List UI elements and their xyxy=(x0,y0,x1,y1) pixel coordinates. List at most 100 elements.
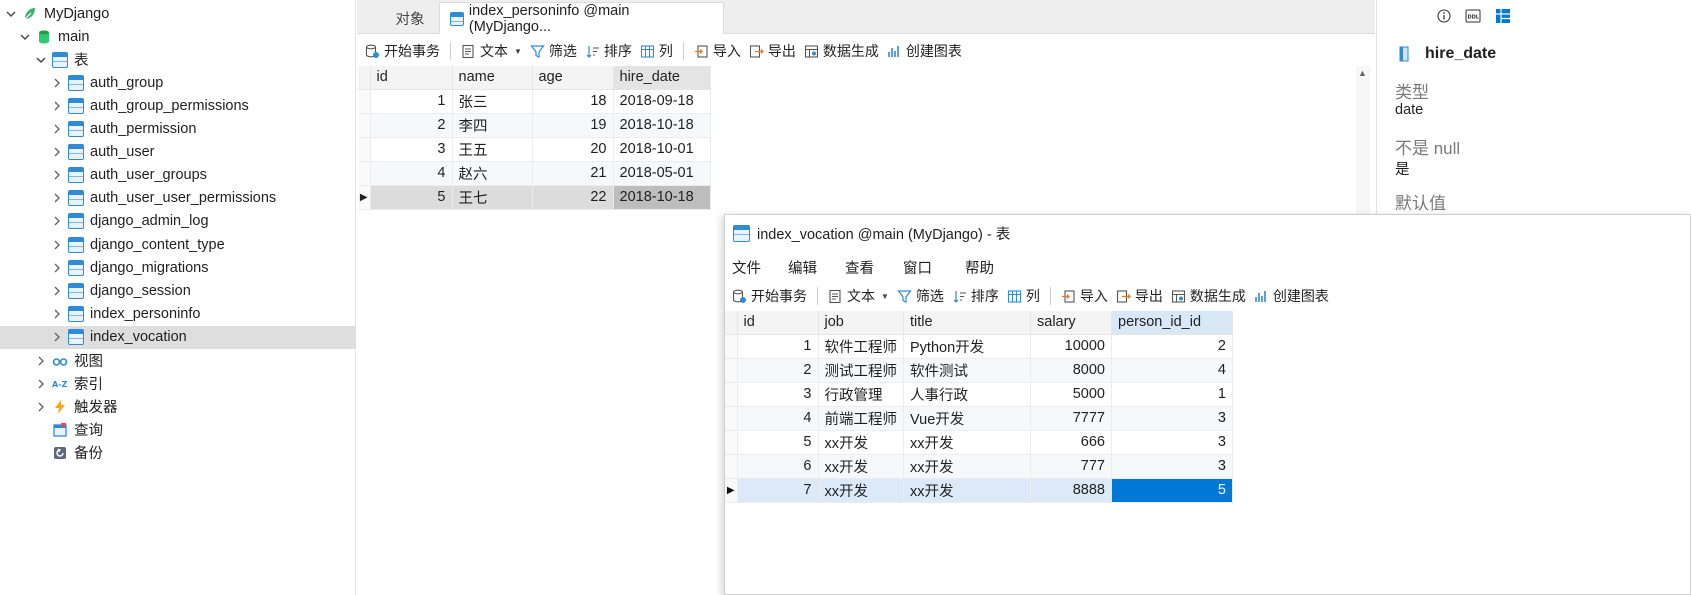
table-cell[interactable]: 2018-09-18 xyxy=(613,89,711,114)
begin-transaction-button[interactable]: 开始事务 xyxy=(361,39,444,63)
create-chart-button[interactable]: 创建图表 xyxy=(1250,284,1333,308)
chevron-right-icon[interactable] xyxy=(50,99,64,113)
table-cell[interactable]: 1 xyxy=(1111,382,1233,407)
tree-table-auth-group-permissions[interactable]: auth_group_permissions xyxy=(0,94,356,117)
menu-edit[interactable]: 编辑 xyxy=(788,257,817,278)
vertical-scrollbar[interactable]: ▲ xyxy=(1356,66,1370,216)
column-header-name[interactable]: name xyxy=(452,66,533,90)
table-cell[interactable]: 5000 xyxy=(1030,382,1112,407)
chevron-right-icon[interactable] xyxy=(50,307,64,321)
table-cell[interactable]: 4 xyxy=(737,406,819,431)
tab-index-personinfo[interactable]: index_personinfo @main (MyDjango... xyxy=(439,2,724,35)
tab-objects[interactable]: 对象 xyxy=(375,2,445,34)
table-cell[interactable]: xx开发 xyxy=(903,430,1031,455)
table-cell[interactable]: 1 xyxy=(370,89,453,114)
table-cell[interactable]: 3 xyxy=(737,382,819,407)
table-cell[interactable]: 前端工程师 xyxy=(818,406,904,431)
table-cell[interactable]: Python开发 xyxy=(903,334,1031,359)
ddl-icon[interactable]: DDL xyxy=(1465,9,1481,26)
table-row[interactable]: 5 xx开发 xx开发 666 3 xyxy=(725,430,1233,455)
chevron-right-icon[interactable] xyxy=(50,238,64,252)
menu-file[interactable]: 文件 xyxy=(732,257,761,278)
row-indicator[interactable] xyxy=(725,406,738,431)
table-cell[interactable]: 2018-05-01 xyxy=(613,161,711,186)
menu-help[interactable]: 帮助 xyxy=(965,257,994,278)
chevron-right-icon[interactable] xyxy=(50,122,64,136)
table-cell[interactable]: 行政管理 xyxy=(818,382,904,407)
chevron-right-icon[interactable] xyxy=(34,377,48,391)
tree-table-auth-group[interactable]: auth_group xyxy=(0,71,356,94)
row-indicator[interactable] xyxy=(725,382,738,407)
table-cell[interactable]: 5 xyxy=(1111,478,1233,503)
tree-indexes[interactable]: A-Z 索引 xyxy=(0,372,356,395)
table-cell[interactable]: 19 xyxy=(532,113,614,138)
begin-transaction-button[interactable]: 开始事务 xyxy=(728,284,811,308)
table-row[interactable]: 4 前端工程师 Vue开发 7777 3 xyxy=(725,406,1233,431)
table-row[interactable]: 2 测试工程师 软件测试 8000 4 xyxy=(725,358,1233,383)
column-header-title[interactable]: title xyxy=(903,311,1031,335)
row-indicator[interactable] xyxy=(725,430,738,455)
table-cell[interactable]: xx开发 xyxy=(903,454,1031,479)
tree-table-django-migrations[interactable]: django_migrations xyxy=(0,256,356,279)
text-view-button[interactable]: 文本 ▼ xyxy=(824,284,893,308)
menu-view[interactable]: 查看 xyxy=(845,257,874,278)
chevron-right-icon[interactable] xyxy=(50,330,64,344)
chevron-right-icon[interactable] xyxy=(50,76,64,90)
chevron-right-icon[interactable] xyxy=(50,168,64,182)
chevron-down-icon[interactable] xyxy=(4,7,18,21)
table-cell[interactable]: 软件测试 xyxy=(903,358,1031,383)
text-view-button[interactable]: 文本 ▼ xyxy=(457,39,526,63)
table-cell[interactable]: 666 xyxy=(1030,430,1112,455)
row-indicator[interactable] xyxy=(358,161,371,186)
chevron-right-icon[interactable] xyxy=(50,191,64,205)
sort-button[interactable]: 排序 xyxy=(948,284,1003,308)
import-button[interactable]: 导入 xyxy=(1057,284,1112,308)
table-cell[interactable]: 18 xyxy=(532,89,614,114)
table-row[interactable]: ▶ 5 王七 22 2018-10-18 xyxy=(358,185,711,210)
table-cell[interactable]: 3 xyxy=(1111,454,1233,479)
chevron-right-icon[interactable] xyxy=(34,400,48,414)
table-cell[interactable]: 软件工程师 xyxy=(818,334,904,359)
table-cell[interactable]: xx开发 xyxy=(818,478,904,503)
tree-tables-folder[interactable]: 表 xyxy=(0,48,356,71)
chevron-right-icon[interactable] xyxy=(50,145,64,159)
column-header-job[interactable]: job xyxy=(818,311,904,335)
row-indicator[interactable] xyxy=(358,137,371,162)
data-generation-button[interactable]: 数据生成 xyxy=(800,39,883,63)
tree-table-auth-user-user-permissions[interactable]: auth_user_user_permissions xyxy=(0,187,356,210)
info-icon[interactable] xyxy=(1437,9,1451,26)
import-button[interactable]: 导入 xyxy=(690,39,745,63)
table-cell[interactable]: 人事行政 xyxy=(903,382,1031,407)
tree-table-django-session[interactable]: django_session xyxy=(0,279,356,302)
table-cell[interactable]: 2018-10-18 xyxy=(613,113,711,138)
create-chart-button[interactable]: 创建图表 xyxy=(883,39,966,63)
table-cell[interactable]: 1 xyxy=(737,334,819,359)
tree-backups[interactable]: 备份 xyxy=(0,441,356,464)
tree-triggers[interactable]: 触发器 xyxy=(0,395,356,418)
table-cell[interactable]: 王七 xyxy=(452,185,533,210)
table-cell[interactable]: 5 xyxy=(370,185,453,210)
table-cell[interactable]: 7777 xyxy=(1030,406,1112,431)
dropdown-caret-icon[interactable]: ▼ xyxy=(881,292,889,301)
tree-queries[interactable]: 查询 xyxy=(0,418,356,441)
chevron-right-icon[interactable] xyxy=(50,214,64,228)
scroll-up-icon[interactable]: ▲ xyxy=(1358,68,1367,78)
table-row[interactable]: 1 软件工程师 Python开发 10000 2 xyxy=(725,334,1233,359)
table-cell[interactable]: 7 xyxy=(737,478,819,503)
tree-table-auth-user[interactable]: auth_user xyxy=(0,140,356,163)
row-indicator[interactable] xyxy=(358,113,371,138)
table-row[interactable]: 4 赵六 21 2018-05-01 xyxy=(358,161,711,186)
table-cell[interactable]: 5 xyxy=(737,430,819,455)
table-cell[interactable]: 2 xyxy=(370,113,453,138)
column-header-salary[interactable]: salary xyxy=(1030,311,1112,335)
chevron-right-icon[interactable] xyxy=(50,261,64,275)
tree-views[interactable]: 视图 xyxy=(0,349,356,372)
table-cell[interactable]: 3 xyxy=(1111,430,1233,455)
chevron-down-icon[interactable] xyxy=(18,30,32,44)
table-cell[interactable]: 3 xyxy=(370,137,453,162)
table-cell[interactable]: 20 xyxy=(532,137,614,162)
columns-button[interactable]: 列 xyxy=(1003,284,1044,308)
table-cell[interactable]: xx开发 xyxy=(818,430,904,455)
row-indicator[interactable] xyxy=(725,334,738,359)
dropdown-caret-icon[interactable]: ▼ xyxy=(514,47,522,56)
